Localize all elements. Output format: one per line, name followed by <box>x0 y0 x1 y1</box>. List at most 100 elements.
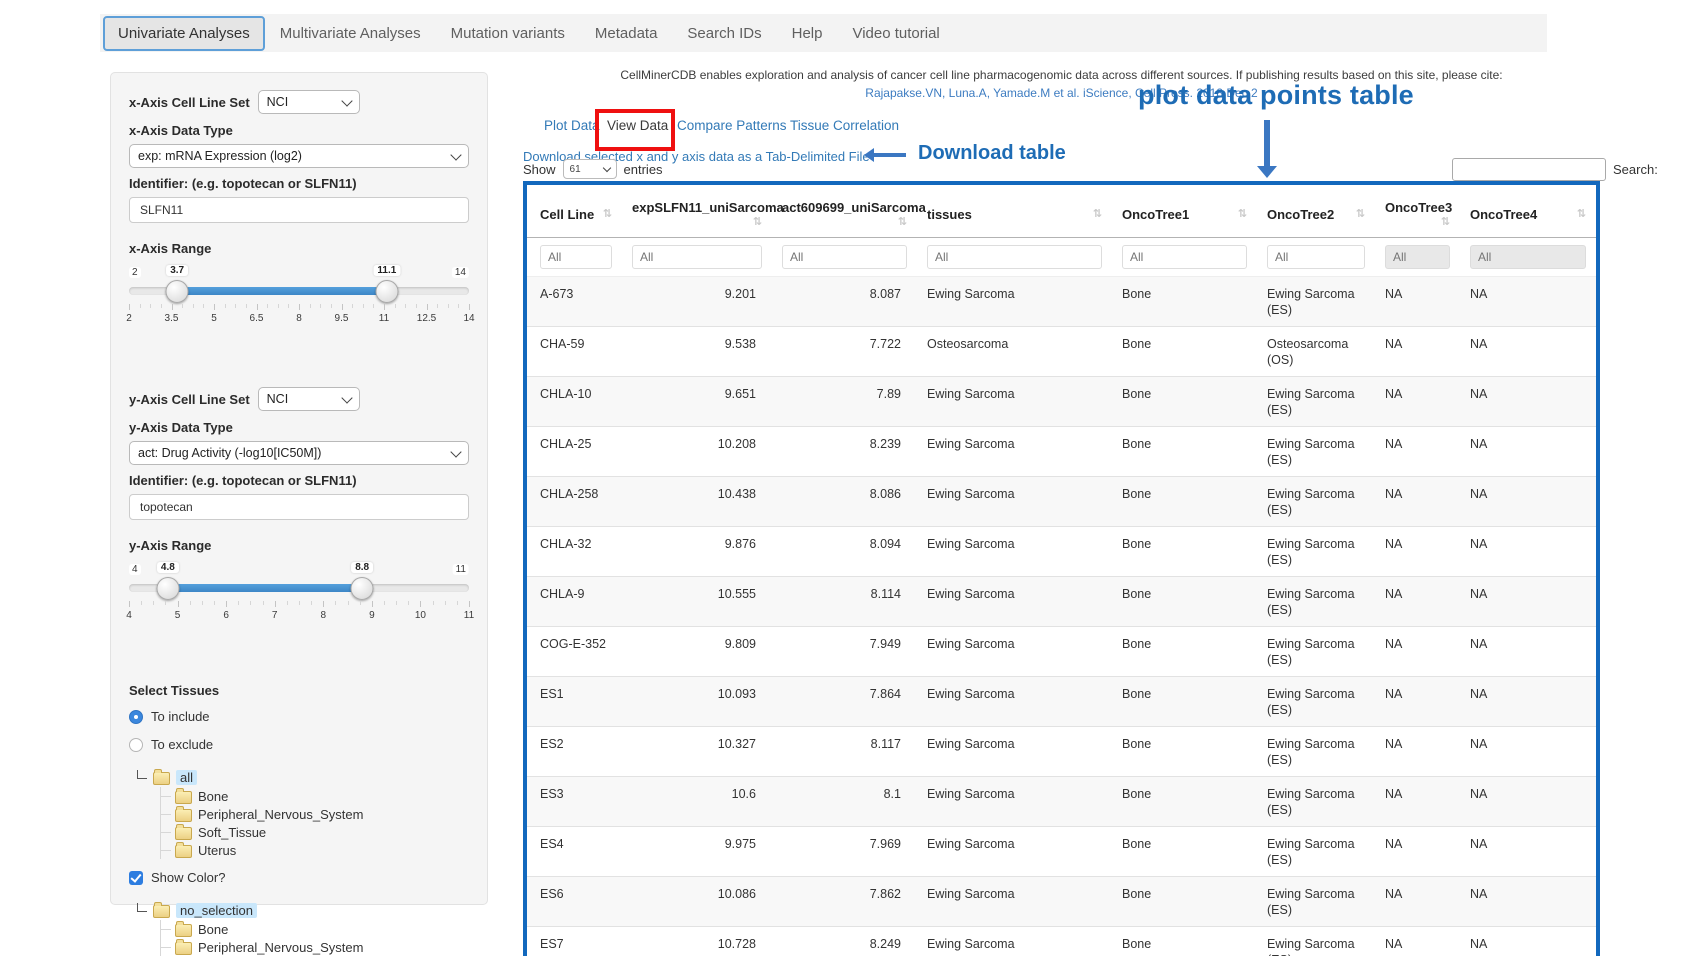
sort-icon[interactable]: ⇅ <box>603 207 612 220</box>
x-range-minor-tick <box>458 304 459 308</box>
tab-plot-data[interactable]: Plot Data <box>544 118 600 133</box>
table-row[interactable]: ES49.9757.969Ewing SarcomaBoneEwing Sarc… <box>527 827 1596 877</box>
oncotree3-cell: NA <box>1375 427 1460 477</box>
include-tree-item-peripheral-nervous-system[interactable]: Peripheral_Nervous_System <box>161 805 469 823</box>
y-range-high-value: 8.8 <box>351 562 373 573</box>
y-range-handle-high[interactable] <box>351 577 374 600</box>
oncotree2-cell: Ewing Sarcoma (ES) <box>1257 377 1375 427</box>
tab-compare-patterns[interactable]: Compare Patterns <box>677 118 787 133</box>
y-data-type-select[interactable]: act: Drug Activity (-log10[IC50M]) <box>129 441 469 465</box>
oncotree2-cell: Ewing Sarcoma (ES) <box>1257 727 1375 777</box>
filter-input-oncotree1[interactable] <box>1122 245 1247 269</box>
table-row[interactable]: CHLA-910.5558.114Ewing SarcomaBoneEwing … <box>527 577 1596 627</box>
y-range-slider[interactable]: 4114.88.84567891011 <box>129 577 469 643</box>
filter-input-oncotree2[interactable] <box>1267 245 1365 269</box>
column-header-oncotree2[interactable]: OncoTree2⇅ <box>1257 189 1375 238</box>
table-row[interactable]: CHLA-329.8768.094Ewing SarcomaBoneEwing … <box>527 527 1596 577</box>
sort-icon[interactable]: ⇅ <box>1356 207 1365 220</box>
oncotree4-cell: NA <box>1460 327 1596 377</box>
include-tree-item-bone[interactable]: Bone <box>161 787 469 805</box>
search-input[interactable] <box>1452 158 1606 181</box>
y-range-tick <box>372 601 373 607</box>
y-cell-line-set-select[interactable]: NCI <box>258 387 360 411</box>
sort-icon[interactable]: ⇅ <box>1441 215 1450 228</box>
table-row[interactable]: CHLA-109.6517.89Ewing SarcomaBoneEwing S… <box>527 377 1596 427</box>
x-range-selected-bar <box>177 287 387 295</box>
column-header-oncotree4[interactable]: OncoTree4⇅ <box>1460 189 1596 238</box>
table-row[interactable]: ES610.0867.862Ewing SarcomaBoneEwing Sar… <box>527 877 1596 927</box>
filter-input-tissues[interactable] <box>927 245 1102 269</box>
x-identifier-input[interactable] <box>129 197 469 223</box>
x-range-slider[interactable]: 2143.711.123.556.589.51112.514 <box>129 280 469 346</box>
include-radio[interactable] <box>129 710 143 724</box>
table-row[interactable]: ES210.3278.117Ewing SarcomaBoneEwing Sar… <box>527 727 1596 777</box>
entries-count-select[interactable]: 61 <box>563 159 617 179</box>
nav-tab-help[interactable]: Help <box>777 16 838 51</box>
sort-icon[interactable]: ⇅ <box>753 215 762 228</box>
oncotree1-cell: Bone <box>1112 627 1257 677</box>
y-range-minor-tick <box>299 601 300 605</box>
include-tree-item-soft-tissue[interactable]: Soft_Tissue <box>161 823 469 841</box>
include-tree-item-uterus[interactable]: Uterus <box>161 841 469 859</box>
filter-input-exp-slfn11[interactable] <box>632 245 762 269</box>
x-data-type-select[interactable]: exp: mRNA Expression (log2) <box>129 144 469 168</box>
table-row[interactable]: ES310.68.1Ewing SarcomaBoneEwing Sarcoma… <box>527 777 1596 827</box>
x-range-tick <box>299 304 300 310</box>
x-range-handle-low[interactable] <box>166 280 189 303</box>
y-range-selected-bar <box>168 584 362 592</box>
y-range-minor-tick <box>202 601 203 605</box>
exp-slfn11-cell: 10.6 <box>622 777 772 827</box>
filter-input-act-609699[interactable] <box>782 245 907 269</box>
table-row[interactable]: COG-E-3529.8097.949Ewing SarcomaBoneEwin… <box>527 627 1596 677</box>
x-range-handle-high[interactable] <box>375 280 398 303</box>
nav-tab-search-ids[interactable]: Search IDs <box>672 16 776 51</box>
table-row[interactable]: ES110.0937.864Ewing SarcomaBoneEwing Sar… <box>527 677 1596 727</box>
cell-line-cell: ES2 <box>527 727 622 777</box>
oncotree4-cell: NA <box>1460 527 1596 577</box>
y-range-handle-low[interactable] <box>156 577 179 600</box>
search-label: Search: <box>1613 162 1658 177</box>
x-range-minor-tick <box>320 304 321 308</box>
x-cell-line-set-select[interactable]: NCI <box>258 90 360 114</box>
tissues-cell: Ewing Sarcoma <box>917 877 1112 927</box>
color-tree-expander-icon[interactable] <box>137 903 147 912</box>
color-tree-item-peripheral-nervous-system[interactable]: Peripheral_Nervous_System <box>161 938 469 956</box>
show-color-checkbox[interactable] <box>129 871 143 885</box>
y-identifier-input[interactable] <box>129 494 469 520</box>
column-header-exp-slfn11[interactable]: expSLFN11_uniSarcoma⇅ <box>622 189 772 238</box>
nav-tab-multivariate-analyses[interactable]: Multivariate Analyses <box>265 16 436 51</box>
citation-link[interactable]: Rajapakse.VN, Luna.A, Yamade.M et al. iS… <box>523 86 1600 100</box>
color-tree-item-bone[interactable]: Bone <box>161 920 469 938</box>
nav-tab-mutation-variants[interactable]: Mutation variants <box>436 16 580 51</box>
filter-input-cell-line[interactable] <box>540 245 612 269</box>
column-header-oncotree1[interactable]: OncoTree1⇅ <box>1112 189 1257 238</box>
nav-tab-metadata[interactable]: Metadata <box>580 16 673 51</box>
sort-icon[interactable]: ⇅ <box>1238 207 1247 220</box>
table-row[interactable]: ES710.7288.249Ewing SarcomaBoneEwing Sar… <box>527 927 1596 956</box>
oncotree4-cell: NA <box>1460 477 1596 527</box>
oncotree4-cell: NA <box>1460 427 1596 477</box>
column-header-cell-line[interactable]: Cell Line⇅ <box>527 189 622 238</box>
exclude-radio[interactable] <box>129 738 143 752</box>
table-row[interactable]: CHLA-2510.2088.239Ewing SarcomaBoneEwing… <box>527 427 1596 477</box>
table-row[interactable]: CHA-599.5387.722OsteosarcomaBoneOsteosar… <box>527 327 1596 377</box>
color-tree-root-item[interactable]: no_selection <box>176 903 257 918</box>
y-range-label: y-Axis Range <box>129 538 469 553</box>
sort-icon[interactable]: ⇅ <box>1577 207 1586 220</box>
table-row[interactable]: A-6739.2018.087Ewing SarcomaBoneEwing Sa… <box>527 277 1596 327</box>
column-header-tissues[interactable]: tissues⇅ <box>917 189 1112 238</box>
column-header-act-609699[interactable]: act609699_uniSarcoma⇅ <box>772 189 917 238</box>
oncotree2-cell: Ewing Sarcoma (ES) <box>1257 877 1375 927</box>
sort-icon[interactable]: ⇅ <box>1093 207 1102 220</box>
table-row[interactable]: CHLA-25810.4388.086Ewing SarcomaBoneEwin… <box>527 477 1596 527</box>
sort-icon[interactable]: ⇅ <box>898 215 907 228</box>
include-tree-expander-icon[interactable] <box>137 770 147 779</box>
include-tree-root-item[interactable]: all <box>176 770 197 785</box>
column-header-oncotree3[interactable]: OncoTree3⇅ <box>1375 189 1460 238</box>
y-range-minor-tick <box>214 601 215 605</box>
tab-tissue-correlation[interactable]: Tissue Correlation <box>790 118 899 133</box>
chevron-down-icon <box>341 95 352 106</box>
cell-line-cell: COG-E-352 <box>527 627 622 677</box>
nav-tab-video-tutorial[interactable]: Video tutorial <box>837 16 954 51</box>
nav-tab-univariate-analyses[interactable]: Univariate Analyses <box>103 16 265 51</box>
